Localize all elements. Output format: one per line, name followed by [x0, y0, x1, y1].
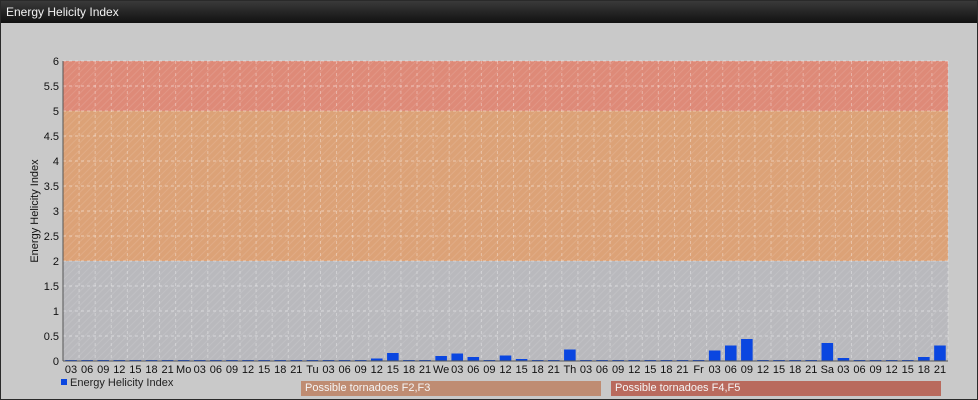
- x-tick-label-39: Fr: [693, 364, 704, 376]
- bar-42: [741, 339, 753, 361]
- x-tick-label-36: 15: [644, 364, 656, 376]
- y-axis-label: Energy Helicity Index: [29, 159, 41, 263]
- x-tick-label-50: 09: [869, 364, 881, 376]
- x-tick-label-44: 15: [773, 364, 785, 376]
- x-tick-label-34: 09: [612, 364, 624, 376]
- x-tick-label-27: 12: [499, 364, 511, 376]
- x-tick-label-8: 03: [194, 364, 206, 376]
- legend-label: Energy Helicity Index: [70, 377, 174, 389]
- x-tick-label-10: 09: [226, 364, 238, 376]
- y-tick-label-3: 1.5: [44, 281, 59, 293]
- helicity-chart: 0 0.5 1 1.5 2 2.5 3 3.5 4 4.5 5 5.5 6 03 06 09 12 15 18 21…: [29, 56, 949, 376]
- bar-20: [387, 353, 399, 361]
- y-tick-label-9: 4.5: [44, 131, 59, 143]
- y-tick-label-5: 2.5: [44, 231, 59, 243]
- legend-item: Energy Helicity Index: [61, 377, 173, 390]
- x-tick-label-7: Mo: [176, 364, 191, 376]
- x-tick-label-43: 12: [757, 364, 769, 376]
- x-tick-label-48: 03: [837, 364, 849, 376]
- x-tick-label-33: 06: [596, 364, 608, 376]
- x-tick-label-49: 06: [853, 364, 865, 376]
- x-tick-label-1: 06: [81, 364, 93, 376]
- x-tick-label-47: Sa: [821, 364, 835, 376]
- x-tick-label-3: 12: [113, 364, 125, 376]
- bar-25: [467, 357, 480, 361]
- y-tick-label-12: 6: [53, 56, 59, 68]
- x-tick-label-16: 03: [322, 364, 334, 376]
- x-tick-label-22: 21: [419, 364, 431, 376]
- x-tick-label-35: 12: [628, 364, 640, 376]
- bar-31: [564, 349, 576, 361]
- bar-53: [918, 357, 930, 361]
- legend-swatch: [61, 379, 67, 385]
- x-tick-label-14: 21: [290, 364, 302, 376]
- x-tick-label-15: Tu: [306, 364, 318, 376]
- x-tick-label-51: 12: [886, 364, 898, 376]
- y-tick-label-11: 5.5: [44, 81, 59, 93]
- y-tick-label-1: 0.5: [44, 331, 59, 343]
- y-tick-label-8: 4: [53, 156, 59, 168]
- x-tick-label-54: 21: [934, 364, 946, 376]
- x-tick-label-38: 21: [676, 364, 688, 376]
- x-tick-label-45: 18: [789, 364, 801, 376]
- y-tick-label-4: 2: [53, 256, 59, 268]
- x-tick-label-26: 09: [483, 364, 495, 376]
- x-tick-label-46: 21: [805, 364, 817, 376]
- x-tick-label-28: 15: [515, 364, 527, 376]
- bar-54: [934, 345, 946, 361]
- x-tick-label-4: 15: [129, 364, 141, 376]
- x-tick-label-25: 06: [467, 364, 479, 376]
- x-tick-label-13: 18: [274, 364, 286, 376]
- x-tick-label-37: 18: [660, 364, 672, 376]
- x-tick-label-9: 06: [210, 364, 222, 376]
- x-tick-label-29: 18: [532, 364, 544, 376]
- bar-27: [499, 355, 512, 361]
- annotation-f4-f5: Possible tornadoes F4,F5: [611, 381, 941, 396]
- x-tick-label-2: 09: [97, 364, 109, 376]
- x-tick-label-0: 03: [65, 364, 77, 376]
- x-tick-label-5: 18: [145, 364, 157, 376]
- x-tick-label-19: 12: [371, 364, 383, 376]
- bar-24: [451, 353, 464, 361]
- x-tick-label-20: 15: [387, 364, 399, 376]
- bar-23: [435, 356, 447, 361]
- x-tick-label-6: 21: [161, 364, 173, 376]
- chart-window: Energy Helicity Index 0 0.5 1 1.5 2 2.5 3 3.5 4 4…: [0, 0, 978, 400]
- bar-40: [708, 350, 721, 361]
- y-tick-label-7: 3.5: [44, 181, 59, 193]
- x-tick-label-32: 03: [580, 364, 592, 376]
- x-tick-label-12: 15: [258, 364, 270, 376]
- x-tick-label-40: 03: [709, 364, 721, 376]
- y-tick-label-0: 0: [53, 356, 59, 368]
- x-tick-label-18: 09: [355, 364, 367, 376]
- x-tick-label-53: 18: [918, 364, 930, 376]
- x-tick-label-52: 15: [902, 364, 914, 376]
- x-tick-label-42: 09: [741, 364, 753, 376]
- x-tick-label-21: 18: [403, 364, 415, 376]
- annotation-f2-f3: Possible tornadoes F2,F3: [301, 381, 601, 396]
- x-tick-label-11: 12: [242, 364, 254, 376]
- bar-47: [821, 343, 834, 361]
- x-tick-label-30: 21: [548, 364, 560, 376]
- y-tick-label-10: 5: [53, 106, 59, 118]
- x-tick-label-23: We: [433, 364, 449, 376]
- window-title: Energy Helicity Index: [1, 1, 977, 23]
- x-tick-label-41: 06: [725, 364, 737, 376]
- x-tick-label-31: Th: [563, 364, 576, 376]
- x-tick-label-17: 06: [338, 364, 350, 376]
- x-tick-label-24: 03: [451, 364, 463, 376]
- y-tick-label-2: 1: [53, 306, 59, 318]
- bar-41: [724, 345, 737, 361]
- y-tick-label-6: 3: [53, 206, 59, 218]
